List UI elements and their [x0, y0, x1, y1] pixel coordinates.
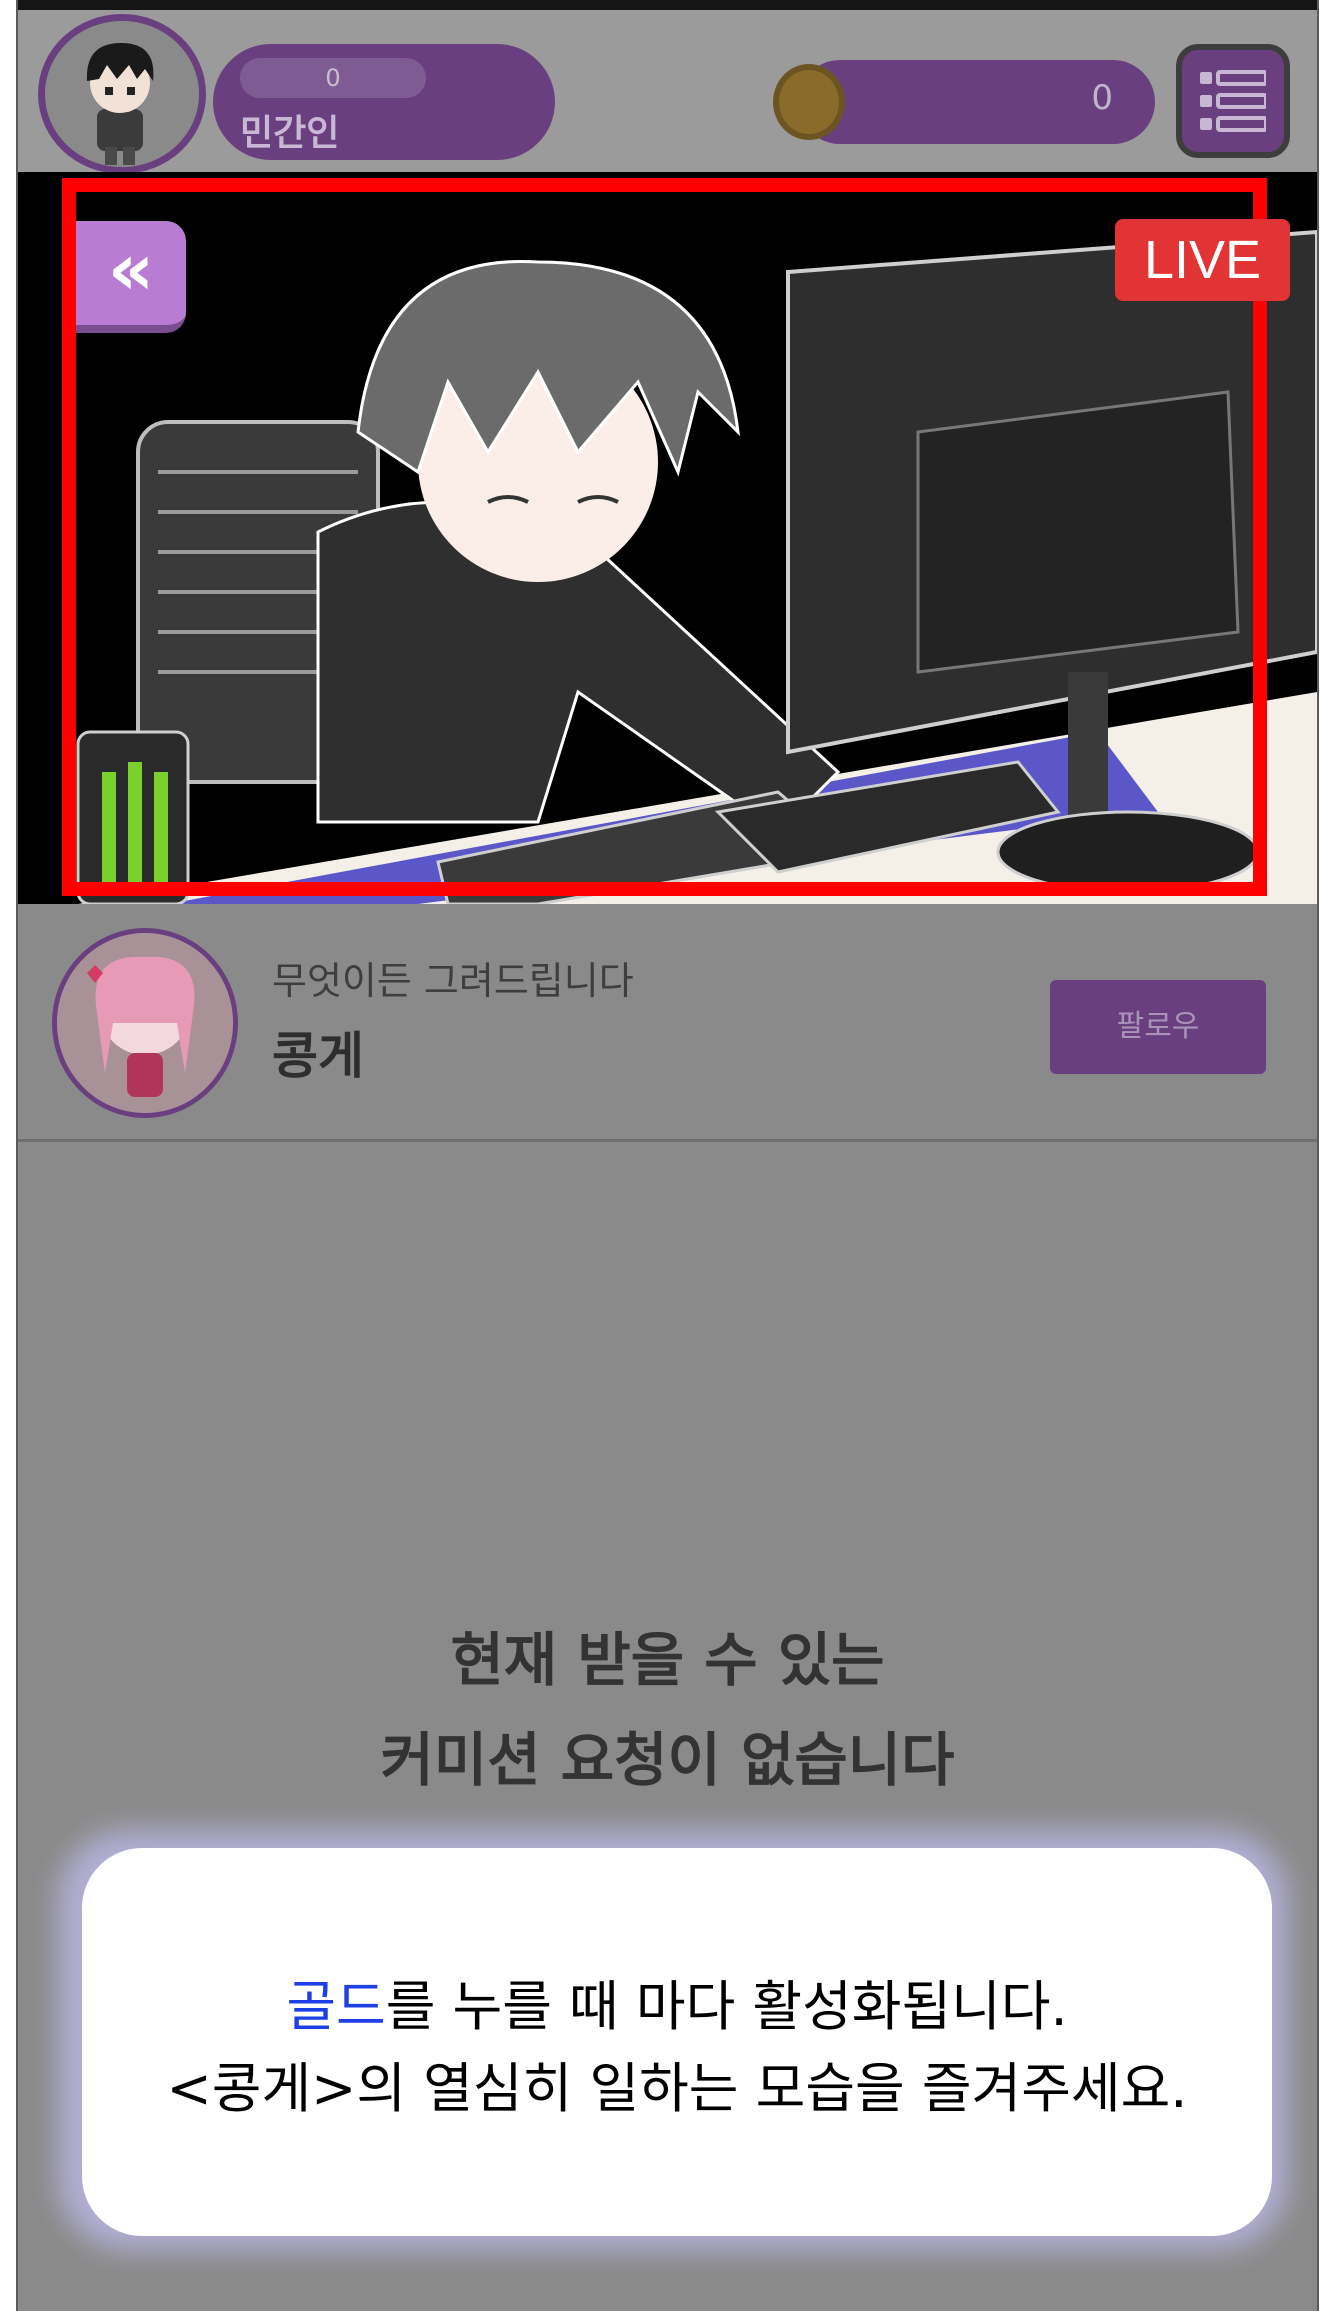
gold-keyword: 골드: [286, 1975, 386, 2038]
no-commission-message: 현재 받을 수 있는 커미션 요청이 없습니다: [18, 1610, 1317, 1810]
list-menu-icon: [1200, 70, 1266, 132]
player-name: 민간인: [240, 113, 340, 154]
dialog-line-2: <콩게>의 열심히 일하는 모습을 즐겨주세요.: [166, 2057, 1188, 2120]
menu-button[interactable]: [1176, 44, 1290, 158]
player-avatar-image: [45, 21, 199, 167]
streamer-info-bar: 무엇이든 그려드립니다 콩게 팔로우: [18, 904, 1317, 1142]
follow-button[interactable]: 팔로우: [1050, 980, 1266, 1074]
gold-coin-icon[interactable]: [773, 64, 845, 140]
streamer-name: 콩게: [272, 1027, 364, 1085]
back-button[interactable]: «: [76, 221, 186, 333]
tutorial-dialog[interactable]: 골드를 누를 때 마다 활성화됩니다. <콩게>의 열심히 일하는 모습을 즐겨…: [82, 1848, 1272, 2236]
empty-line-1: 현재 받을 수 있는: [450, 1626, 885, 1694]
game-screen: 0 민간인 0 « LIVE 무엇이든 그려드립니다 콩게 팔로우 현재 받을 …: [16, 0, 1319, 2311]
player-avatar[interactable]: [38, 14, 206, 174]
top-hud: 0 민간인 0: [18, 0, 1317, 175]
streamer-avatar[interactable]: [52, 928, 238, 1118]
live-badge: LIVE: [1115, 219, 1290, 301]
gold-value: 0: [1091, 78, 1113, 118]
streamer-avatar-image: [57, 933, 233, 1113]
dialog-line-1-text: 를 누를 때 마다 활성화됩니다.: [385, 1975, 1068, 2038]
player-level: 0: [240, 58, 426, 98]
empty-line-2: 커미션 요청이 없습니다: [380, 1726, 955, 1794]
dialog-line-1: 골드를 누를 때 마다 활성화됩니다.: [82, 1962, 1272, 2041]
gold-counter: 0: [798, 60, 1155, 144]
streamer-description: 무엇이든 그려드립니다: [272, 959, 634, 1003]
